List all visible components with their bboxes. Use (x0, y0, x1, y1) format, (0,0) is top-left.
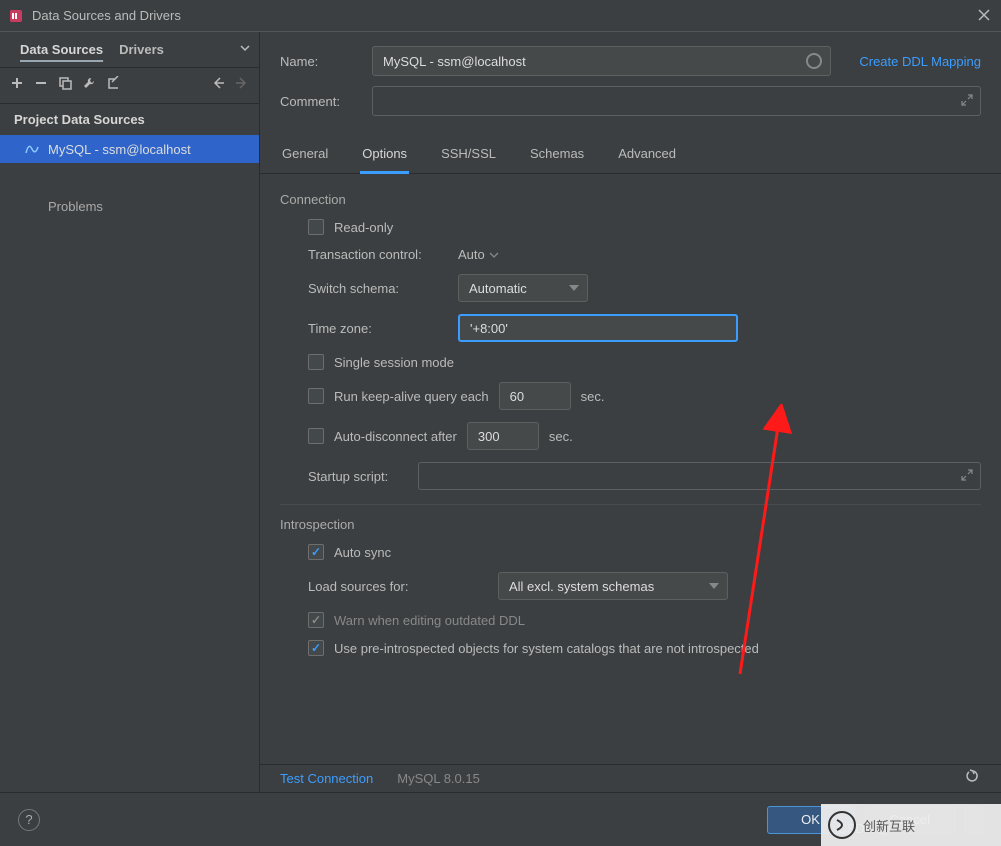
section-introspection: Introspection (280, 517, 981, 532)
single-session-checkbox[interactable] (308, 354, 324, 370)
sidebar-tabs: Data Sources Drivers (0, 32, 259, 68)
auto-disconnect-input[interactable]: 300 (467, 422, 539, 450)
single-session-label: Single session mode (334, 355, 454, 370)
section-connection: Connection (280, 192, 981, 207)
sidebar-item-mysql[interactable]: MySQL - ssm@localhost (0, 135, 259, 163)
back-icon[interactable] (211, 76, 225, 95)
app-icon (8, 8, 24, 24)
tab-general[interactable]: General (280, 140, 330, 173)
read-only-label: Read-only (334, 220, 393, 235)
db-version: MySQL 8.0.15 (397, 771, 480, 786)
time-zone-input[interactable]: '+8:00' (458, 314, 738, 342)
close-icon[interactable] (977, 8, 993, 24)
time-zone-label: Time zone: (308, 321, 448, 336)
chevron-down-icon[interactable] (239, 41, 251, 59)
mysql-icon (24, 141, 40, 157)
watermark-badge: 创新互联 (821, 804, 1001, 846)
auto-sync-label: Auto sync (334, 545, 391, 560)
tab-advanced[interactable]: Advanced (616, 140, 678, 173)
comment-input[interactable] (372, 86, 981, 116)
detail-tabs: General Options SSH/SSL Schemas Advanced (260, 136, 1001, 174)
window-titlebar: Data Sources and Drivers (0, 0, 1001, 32)
forward-icon (235, 76, 249, 95)
color-picker-icon[interactable] (806, 53, 822, 69)
tab-schemas[interactable]: Schemas (528, 140, 586, 173)
reset-icon[interactable] (965, 768, 981, 789)
name-input[interactable]: MySQL - ssm@localhost (372, 46, 831, 76)
divider (280, 504, 981, 505)
window-title: Data Sources and Drivers (32, 8, 977, 23)
tab-options[interactable]: Options (360, 140, 409, 174)
add-icon[interactable] (10, 76, 24, 95)
keep-alive-input[interactable]: 60 (499, 382, 571, 410)
read-only-checkbox[interactable] (308, 219, 324, 235)
keep-alive-label: Run keep-alive query each (334, 389, 489, 404)
watermark-logo-icon (827, 810, 857, 840)
sec-label: sec. (549, 429, 573, 444)
sidebar-item-problems[interactable]: Problems (0, 163, 259, 220)
tab-drivers[interactable]: Drivers (111, 42, 172, 57)
status-bar: Test Connection MySQL 8.0.15 (260, 764, 1001, 792)
wrench-icon[interactable] (82, 76, 96, 95)
tab-data-sources[interactable]: Data Sources (12, 42, 111, 57)
warn-ddl-checkbox (308, 612, 324, 628)
section-project-sources: Project Data Sources (0, 104, 259, 135)
remove-icon[interactable] (34, 76, 48, 95)
name-label: Name: (280, 54, 360, 69)
expand-icon[interactable] (960, 468, 974, 487)
switch-schema-label: Switch schema: (308, 281, 448, 296)
sidebar-item-label: MySQL - ssm@localhost (48, 142, 191, 157)
load-sources-dropdown[interactable]: All excl. system schemas (498, 572, 728, 600)
main-panel: Name: MySQL - ssm@localhost Create DDL M… (260, 32, 1001, 792)
help-icon[interactable]: ? (18, 809, 40, 831)
expand-icon[interactable] (960, 93, 974, 112)
create-ddl-link[interactable]: Create DDL Mapping (859, 54, 981, 69)
transaction-control-dropdown[interactable]: Auto (458, 247, 499, 262)
copy-icon[interactable] (58, 76, 72, 95)
use-pre-checkbox[interactable] (308, 640, 324, 656)
test-connection-link[interactable]: Test Connection (280, 771, 373, 786)
chevron-down-icon (489, 250, 499, 260)
switch-schema-dropdown[interactable]: Automatic (458, 274, 588, 302)
sec-label: sec. (581, 389, 605, 404)
load-sources-label: Load sources for: (308, 579, 488, 594)
keep-alive-checkbox[interactable] (308, 388, 324, 404)
startup-script-input[interactable] (418, 462, 981, 490)
auto-disconnect-label: Auto-disconnect after (334, 429, 457, 444)
export-icon[interactable] (106, 76, 120, 95)
startup-script-label: Startup script: (308, 469, 408, 484)
comment-label: Comment: (280, 94, 360, 109)
sidebar: Data Sources Drivers Project Data Source… (0, 32, 260, 792)
sidebar-toolbar (0, 68, 259, 104)
warn-ddl-label: Warn when editing outdated DDL (334, 613, 525, 628)
use-pre-label: Use pre-introspected objects for system … (334, 641, 759, 656)
auto-sync-checkbox[interactable] (308, 544, 324, 560)
transaction-control-label: Transaction control: (308, 247, 448, 262)
auto-disconnect-checkbox[interactable] (308, 428, 324, 444)
tab-ssh-ssl[interactable]: SSH/SSL (439, 140, 498, 173)
